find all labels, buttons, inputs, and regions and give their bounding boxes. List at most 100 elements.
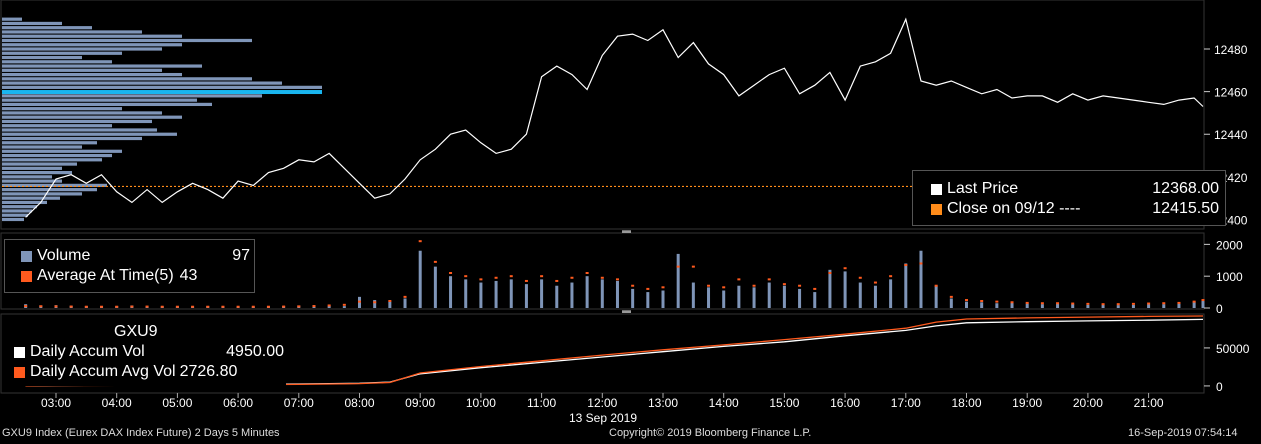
close-swatch: [931, 203, 942, 215]
average-marker: [540, 275, 544, 278]
average-marker: [449, 272, 453, 274]
x-tick-label: 17:00: [891, 396, 921, 410]
average-marker: [191, 305, 195, 308]
volume-bar: [904, 263, 908, 308]
profile-bar: [2, 81, 282, 85]
profile-bar: [2, 132, 177, 136]
volume-bar: [403, 298, 407, 308]
volume-bar: [585, 276, 589, 308]
volume-bar: [1177, 303, 1181, 308]
volume-bar: [449, 276, 453, 308]
average-marker: [904, 264, 908, 267]
volume-label: Volume: [37, 247, 91, 264]
volume-bar: [737, 285, 741, 308]
profile-bar: [2, 153, 112, 158]
average-marker: [767, 278, 771, 281]
volume-bar: [1056, 303, 1060, 308]
x-tick-label: 13:00: [648, 396, 678, 410]
average-marker: [798, 284, 802, 287]
average-marker: [479, 278, 483, 281]
volume-bar: [418, 250, 422, 308]
volume-bar: [752, 287, 756, 308]
price-legend-row-close: Close on 09/12 ---- 12415.50: [931, 199, 1219, 219]
volume-bar: [509, 279, 513, 308]
profile-bar: [2, 145, 82, 149]
volume-bar: [555, 285, 559, 308]
profile-bar: [2, 21, 62, 26]
average-marker: [585, 272, 589, 274]
volume-bar: [479, 282, 483, 308]
average-marker: [1010, 301, 1014, 304]
profile-bar: [2, 34, 182, 38]
average-marker: [509, 275, 513, 278]
volume-divider-handle[interactable]: ▬: [622, 305, 631, 315]
average-marker: [1056, 302, 1060, 305]
average-marker: [1071, 302, 1075, 305]
accum-avg-swatch: [14, 366, 25, 378]
volume-bar: [570, 282, 574, 308]
average-marker: [39, 305, 43, 308]
volume-bar: [949, 298, 953, 308]
volume-tick-label: 0: [1216, 302, 1223, 316]
average-marker: [388, 300, 392, 302]
price-legend-row-last: Last Price 12368.00: [931, 179, 1219, 199]
average-marker: [707, 284, 711, 287]
profile-bar: [2, 43, 182, 47]
average-marker: [1131, 302, 1135, 305]
average-marker: [160, 305, 164, 308]
average-marker: [130, 305, 134, 308]
profile-bar: [2, 141, 97, 145]
average-marker: [570, 276, 574, 279]
average-marker: [84, 305, 88, 308]
profile-bar-highlight: [2, 90, 322, 95]
volume-tick-label: 1000: [1216, 270, 1243, 284]
average-marker: [464, 275, 468, 278]
volume-bar: [843, 271, 847, 308]
x-tick-label: 05:00: [162, 396, 192, 410]
x-tick-label: 08:00: [344, 396, 374, 410]
average-marker: [312, 305, 316, 308]
profile-bar: [2, 166, 62, 170]
average-marker: [615, 278, 619, 281]
volume-tick-label: 2000: [1216, 238, 1243, 252]
volume-bar: [934, 285, 938, 308]
average-value: 43: [179, 267, 198, 284]
average-marker: [1177, 301, 1181, 304]
volume-bar: [858, 282, 862, 308]
average-marker: [69, 305, 73, 308]
x-tick-label: 19:00: [1012, 396, 1042, 410]
average-marker: [1162, 302, 1166, 305]
average-marker: [555, 279, 559, 282]
volume-bar: [873, 285, 877, 308]
profile-bar: [2, 119, 152, 124]
profile-bar: [2, 192, 82, 196]
profile-bar: [2, 115, 182, 119]
profile-bar: [2, 158, 102, 162]
volume-bar: [646, 292, 650, 308]
profile-bar: [2, 136, 142, 141]
average-marker: [676, 265, 680, 268]
average-marker: [1116, 303, 1120, 306]
average-marker: [175, 305, 179, 308]
accum-avg-label: Daily Accum Avg Vol: [30, 363, 176, 380]
x-tick-label: 14:00: [709, 396, 739, 410]
average-marker: [266, 305, 270, 308]
x-date-label: 13 Sep 2019: [569, 411, 637, 425]
x-tick-label: 18:00: [951, 396, 981, 410]
price-tick-label: 12440: [1214, 128, 1248, 142]
volume-bar: [342, 306, 346, 308]
volume-bar: [889, 279, 893, 308]
profile-bar: [2, 60, 112, 64]
profile-bar: [2, 102, 212, 107]
profile-bar: [2, 205, 37, 209]
price-legend: Last Price 12368.00 Close on 09/12 ---- …: [912, 170, 1226, 226]
volume-value: 97: [232, 247, 250, 264]
volume-bar: [1147, 304, 1151, 308]
average-marker: [297, 305, 301, 308]
average-marker: [115, 305, 119, 308]
profile-bar: [2, 77, 252, 81]
volume-bar: [524, 284, 528, 308]
price-divider-handle[interactable]: ▬: [622, 225, 631, 235]
profile-bar: [2, 170, 72, 175]
x-axis: 03:00 04:00 05:00 06:00 07:00 08:00 09:00 10:00…: [41, 393, 1164, 425]
